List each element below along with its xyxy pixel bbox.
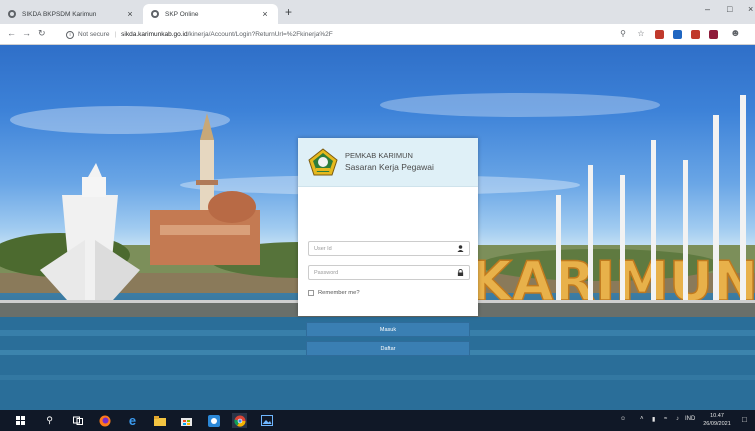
task-view-icon[interactable]	[70, 413, 85, 428]
extension-icon[interactable]	[691, 30, 700, 39]
pemkab-karimun-logo	[308, 148, 338, 176]
wifi-icon[interactable]: ≈	[664, 416, 667, 422]
tab-sikda[interactable]: SIKDA BKPSDM Karimun ×	[0, 4, 143, 24]
browser-tab-strip: SIKDA BKPSDM Karimun × SKP Online × + – …	[0, 0, 755, 24]
minimize-button[interactable]: –	[705, 4, 710, 14]
userid-placeholder: User Id	[314, 245, 332, 252]
remember-me-label: Remember me?	[318, 290, 360, 296]
tab-skp-online[interactable]: SKP Online ×	[143, 4, 278, 24]
login-card-header: PEMKAB KARIMUN Sasaran Kerja Pegawai	[298, 138, 478, 187]
info-icon[interactable]: i	[66, 30, 74, 39]
app-name: Sasaran Kerja Pegawai	[345, 162, 434, 172]
security-status: Not secure	[78, 31, 110, 38]
chrome-icon[interactable]	[232, 413, 247, 428]
forward-arrow-icon[interactable]: →	[22, 28, 31, 38]
tab-label: SKP Online	[165, 10, 199, 18]
windows-taskbar: ⚲ e ☺ ˄ ▮ ≈ ♪ IND 10.47 26/09/2021 □	[0, 410, 755, 431]
edge-icon[interactable]: e	[125, 413, 140, 428]
language-indicator[interactable]: IND	[685, 416, 695, 422]
system-clock[interactable]: 10.47 26/09/2021	[700, 412, 734, 428]
user-icon	[457, 245, 464, 252]
address-bar[interactable]: i Not secure | sikda.karimunkab.go.id /k…	[66, 27, 684, 42]
zoom-icon[interactable]: ⚲	[618, 29, 628, 39]
show-hidden-icons-icon[interactable]: ˄	[640, 416, 644, 422]
windows-start-icon[interactable]	[13, 413, 28, 428]
firefox-icon[interactable]	[97, 413, 112, 428]
tab-label: SIKDA BKPSDM Karimun	[22, 10, 97, 18]
tab-close-icon[interactable]: ×	[125, 9, 135, 19]
close-window-button[interactable]: ×	[748, 4, 753, 14]
checkbox-box[interactable]	[308, 290, 314, 296]
extension-icon[interactable]	[709, 30, 718, 39]
remember-me-checkbox[interactable]: Remember me?	[308, 290, 360, 296]
maximize-button[interactable]: □	[727, 4, 732, 14]
clock-time: 10.47	[710, 413, 724, 419]
divider: |	[114, 31, 117, 38]
battery-icon[interactable]: ▮	[652, 416, 655, 423]
tab-close-icon[interactable]: ×	[260, 9, 270, 19]
photos-icon[interactable]	[259, 413, 274, 428]
password-input[interactable]: Password	[308, 265, 470, 280]
extension-icon[interactable]	[655, 30, 664, 39]
new-tab-button[interactable]: +	[285, 5, 292, 19]
chrome-favicon-icon	[151, 10, 159, 18]
bookmark-star-icon[interactable]: ☆	[636, 29, 646, 39]
back-arrow-icon[interactable]: ←	[7, 28, 16, 38]
chrome-favicon-icon	[8, 10, 16, 18]
reload-icon[interactable]: ↻	[38, 28, 46, 39]
org-name: PEMKAB KARIMUN	[345, 151, 413, 160]
login-button[interactable]: Masuk	[306, 322, 470, 337]
browser-toolbar: ← → ↻ i Not secure | sikda.karimunkab.go…	[0, 24, 755, 45]
store-icon[interactable]	[179, 413, 194, 428]
mail-icon[interactable]	[206, 413, 221, 428]
search-icon[interactable]: ⚲	[42, 413, 57, 428]
login-card: PEMKAB KARIMUN Sasaran Kerja Pegawai Use…	[298, 138, 478, 356]
page-background: KARIMUN PEMKAB KARIMUN Sasaran Kerja Peg…	[0, 45, 755, 410]
lock-icon	[457, 269, 464, 276]
volume-icon[interactable]: ♪	[676, 416, 679, 422]
people-icon[interactable]: ☺	[620, 416, 626, 422]
password-placeholder: Password	[314, 269, 339, 276]
clock-date: 26/09/2021	[703, 421, 731, 427]
notification-icon[interactable]: □	[742, 415, 747, 424]
url-host: sikda.karimunkab.go.id	[121, 31, 188, 38]
profile-icon[interactable]: ☻	[730, 29, 741, 39]
url-path: /kinerja/Account/Login?ReturnUrl=%2Fkine…	[187, 31, 333, 38]
userid-input[interactable]: User Id	[308, 241, 470, 256]
register-button[interactable]: Daftar	[306, 341, 470, 356]
extension-icon[interactable]	[673, 30, 682, 39]
file-explorer-icon[interactable]	[152, 413, 167, 428]
